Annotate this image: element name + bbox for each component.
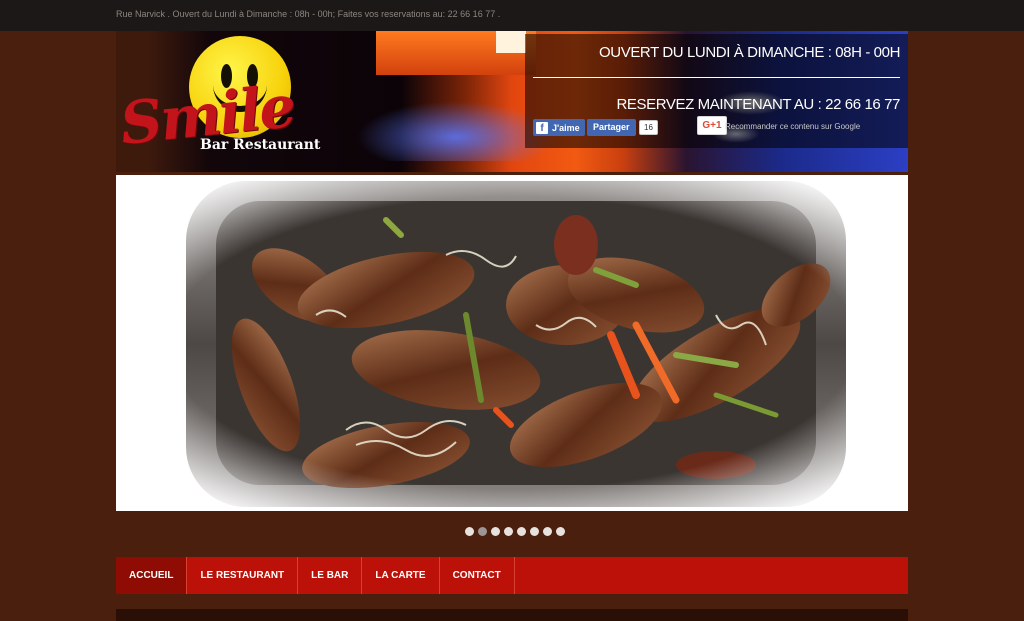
slide-vignette <box>116 175 908 511</box>
facebook-like-label: J'aime <box>552 122 580 133</box>
nav-item-le-restaurant[interactable]: LE RESTAURANT <box>187 557 299 594</box>
slide-food-image <box>116 175 908 511</box>
main-navigation: ACCUEIL LE RESTAURANT LE BAR LA CARTE CONTAC… <box>116 557 908 594</box>
top-info-bar: Rue Narvick . Ouvert du Lundi à Dimanche… <box>0 0 1024 31</box>
image-slider[interactable] <box>116 175 908 511</box>
slider-dot-2[interactable] <box>478 527 487 536</box>
facebook-like-button[interactable]: f J'aime <box>533 119 585 136</box>
slider-dot-1[interactable] <box>465 527 474 536</box>
slider-dots <box>465 527 565 536</box>
logo-subtitle[interactable]: Bar Restaurant <box>200 137 320 153</box>
facebook-icon: f <box>536 121 548 134</box>
slider-dot-6[interactable] <box>530 527 539 536</box>
content-section-top <box>116 609 908 621</box>
slider-dot-3[interactable] <box>491 527 500 536</box>
nav-item-contact[interactable]: CONTACT <box>440 557 515 594</box>
header-info-box: OUVERT DU LUNDI À DIMANCHE : 08H - 00H R… <box>525 34 908 148</box>
slider-dot-5[interactable] <box>517 527 526 536</box>
slider-dot-7[interactable] <box>543 527 552 536</box>
info-divider <box>533 77 900 78</box>
slider-dot-4[interactable] <box>504 527 513 536</box>
nav-item-accueil[interactable]: ACCUEIL <box>116 557 188 594</box>
slider-dot-8[interactable] <box>556 527 565 536</box>
google-plus-tooltip: Recommander ce contenu sur Google <box>725 122 861 131</box>
reservation-phone: RESERVEZ MAINTENANT AU : 22 66 16 77 <box>616 96 901 113</box>
top-info-text: Rue Narvick . Ouvert du Lundi à Dimanche… <box>116 9 501 19</box>
opening-hours: OUVERT DU LUNDI À DIMANCHE : 08H - 00H <box>599 44 900 61</box>
facebook-share-button[interactable]: Partager <box>587 119 636 136</box>
google-plus-one-button[interactable]: G+1 <box>697 116 727 135</box>
header-banner: Smile Bar Restaurant OUVERT DU LUNDI À D… <box>116 31 908 172</box>
header-ceiling-light-highlight <box>496 31 526 53</box>
nav-item-le-bar[interactable]: LE BAR <box>298 557 363 594</box>
facebook-like-count: 16 <box>639 120 658 135</box>
nav-item-la-carte[interactable]: LA CARTE <box>362 557 440 594</box>
